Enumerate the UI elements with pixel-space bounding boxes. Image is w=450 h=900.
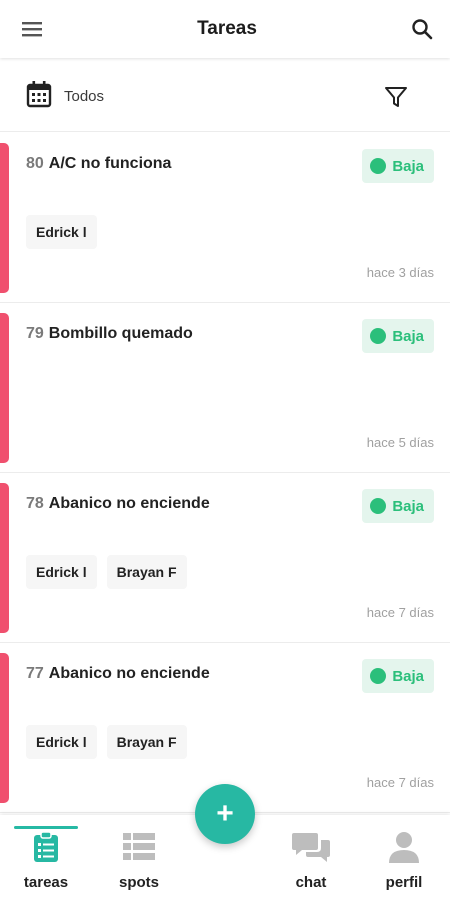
assignee-chip[interactable]: Brayan F [106,555,187,589]
nav-item-chat[interactable]: chat [276,831,346,891]
priority-dot-icon [370,158,387,174]
priority-label: Baja [392,667,424,685]
assignee-chip[interactable]: Edrick l [26,215,97,249]
clipboard-icon [33,831,59,868]
priority-dot-icon [370,668,387,684]
assignee-chip[interactable]: Brayan F [106,725,187,759]
assignee-list: Edrick l [26,215,97,249]
date-filter-label: Todos [64,88,105,105]
task-timestamp: hace 7 días [366,775,434,790]
priority-dot-icon [370,498,387,514]
chat-bubbles-icon [292,831,330,868]
add-task-button[interactable]: + [195,784,255,844]
priority-label: Baja [392,327,424,345]
grid-list-icon [122,831,156,868]
priority-label: Baja [392,497,424,515]
assignee-chip[interactable]: Edrick l [26,725,97,759]
nav-label: spots [118,874,159,891]
task-card[interactable]: 78 Abanico no enciende Baja Edrick l Bray… [0,473,450,643]
nav-label: chat [295,874,327,891]
task-timestamp: hace 3 días [366,265,434,280]
assignee-list: Edrick l Brayan F [26,555,187,589]
funnel-filter-icon[interactable] [384,85,408,109]
nav-item-spots[interactable]: spots [104,831,174,891]
nav-item-tareas[interactable]: tareas [11,826,81,891]
task-name: Abanico no enciende [48,495,210,512]
person-icon [388,831,420,868]
date-filter-button[interactable]: Todos [26,80,104,113]
task-status-stripe [0,143,9,293]
priority-badge: Baja [362,319,434,353]
task-name: Abanico no enciende [48,665,210,682]
filter-bar: Todos [0,62,450,132]
task-title: 78 Abanico no enciende [26,495,210,513]
task-title: 77 Abanico no enciende [26,665,210,683]
nav-item-perfil[interactable]: perfil [369,831,439,891]
search-icon[interactable] [410,17,434,41]
task-name: A/C no funciona [48,155,172,172]
priority-dot-icon [370,328,387,344]
assignee-list: Edrick l Brayan F [26,725,187,759]
task-status-stripe [0,313,9,463]
app-header: Tareas [0,0,450,58]
task-card[interactable]: 80 A/C no funciona Baja Edrick l hace 3 d… [0,133,450,303]
priority-badge: Baja [362,659,434,693]
priority-badge: Baja [362,149,434,183]
hamburger-menu-icon[interactable] [20,17,44,41]
priority-badge: Baja [362,489,434,523]
task-list: 80 A/C no funciona Baja Edrick l hace 3 d… [0,133,450,813]
task-timestamp: hace 5 días [366,435,434,450]
task-id: 79 [26,325,44,342]
task-status-stripe [0,483,9,633]
page-title: Tareas [197,18,257,39]
task-status-stripe [0,653,9,803]
nav-label: perfil [385,874,423,891]
nav-label: tareas [23,874,69,891]
task-id: 80 [26,155,44,172]
task-name: Bombillo quemado [48,325,193,342]
task-id: 78 [26,495,44,512]
plus-icon: + [216,797,234,830]
task-card[interactable]: 79 Bombillo quemado Baja hace 5 días [0,303,450,473]
assignee-chip[interactable]: Edrick l [26,555,97,589]
task-timestamp: hace 7 días [366,605,434,620]
task-id: 77 [26,665,44,682]
task-title: 79 Bombillo quemado [26,325,193,343]
task-title: 80 A/C no funciona [26,155,171,173]
priority-label: Baja [392,157,424,175]
calendar-icon [26,80,52,113]
